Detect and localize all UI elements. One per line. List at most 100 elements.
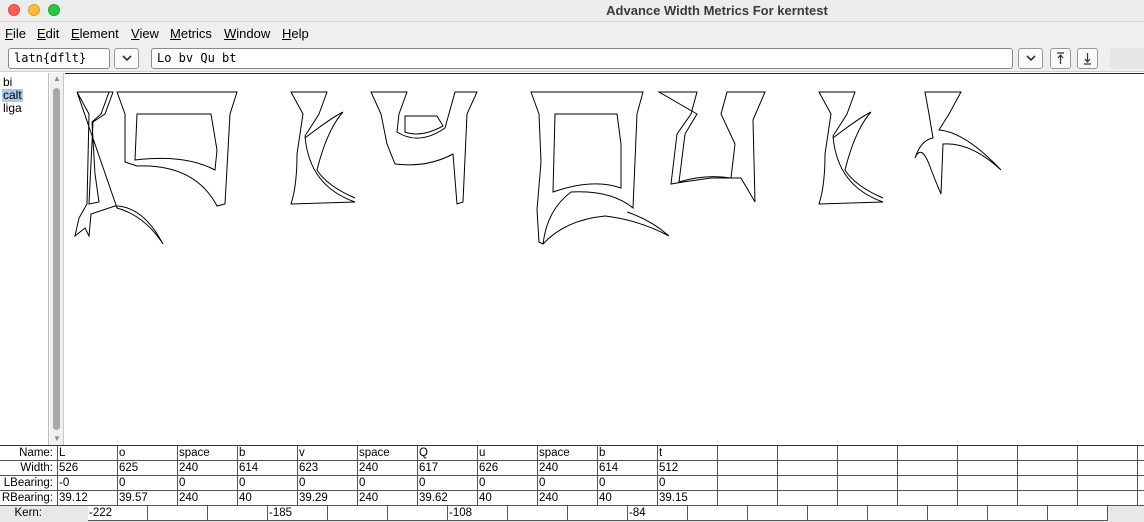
kern-cell-empty [1048,506,1108,521]
rbearing-cell[interactable]: 39.29 [298,491,358,506]
kern-cell[interactable]: -222 [88,506,148,521]
empty-cell [838,461,898,476]
glyph-canvas[interactable] [65,73,1144,445]
empty-cell [1018,491,1078,506]
script-lang-dropdown-button[interactable] [114,48,139,69]
lbearing-cell[interactable]: 0 [478,476,538,491]
rbearing-cell[interactable]: 240 [538,491,598,506]
menu-help[interactable]: Help [282,26,309,41]
scrollbar-thumb[interactable] [53,88,60,430]
kern-cell[interactable] [388,506,448,521]
width-cell[interactable]: 240 [538,461,598,476]
lbearing-cell[interactable]: 0 [538,476,598,491]
text-input-field[interactable]: Lo bv Qu bt [151,48,1013,69]
name-cell[interactable]: t [658,446,718,461]
menu-window[interactable]: Window [224,26,270,41]
rbearing-cell[interactable]: 40 [598,491,658,506]
kern-cell-empty [808,506,868,521]
kern-cell[interactable] [568,506,628,521]
empty-cell [778,491,838,506]
width-cell[interactable]: 526 [58,461,118,476]
lbearing-cell[interactable]: -0 [58,476,118,491]
kern-cell[interactable] [328,506,388,521]
lbearing-cell[interactable]: 0 [298,476,358,491]
width-cell[interactable]: 240 [178,461,238,476]
glyph-b [290,91,356,205]
glyph-L [74,91,164,245]
name-cell[interactable]: b [238,446,298,461]
name-cell[interactable]: u [478,446,538,461]
name-cell[interactable]: b [598,446,658,461]
rbearing-cell[interactable]: 240 [178,491,238,506]
name-cell[interactable]: o [118,446,178,461]
kern-cell[interactable] [208,506,268,521]
empty-cell [1078,476,1138,491]
name-cell[interactable]: Q [418,446,478,461]
lbearing-cell[interactable]: 0 [238,476,298,491]
menu-view[interactable]: View [131,26,159,41]
script-lang-field[interactable]: latn{dflt} [8,48,110,69]
width-cell[interactable]: 626 [478,461,538,476]
lbearing-row-label: LBearing: [0,476,58,491]
rbearing-row-label: RBearing: [0,491,58,506]
empty-cell [958,461,1018,476]
kern-cell-empty [988,506,1048,521]
name-cell[interactable]: space [178,446,238,461]
feature-item-liga[interactable]: liga [2,102,23,115]
kern-cell[interactable]: -84 [628,506,688,521]
width-cell[interactable]: 240 [358,461,418,476]
name-cell[interactable]: v [298,446,358,461]
kern-row-label: Kern: [14,507,43,519]
chevron-down-icon [1025,55,1036,62]
feature-list: bi calt liga [0,73,49,445]
lbearing-cell[interactable]: 0 [658,476,718,491]
scroll-down-icon[interactable]: ▼ [52,434,62,443]
width-cell[interactable]: 512 [658,461,718,476]
width-cell[interactable]: 614 [238,461,298,476]
rbearing-cell[interactable]: 39.15 [658,491,718,506]
name-cell[interactable]: space [538,446,598,461]
empty-cell [778,461,838,476]
empty-cell [718,491,778,506]
rbearing-cell[interactable]: 39.62 [418,491,478,506]
toolbar-overflow [1110,48,1144,69]
kern-cell[interactable]: -185 [268,506,328,521]
glyph-v [370,91,478,205]
chevron-down-icon [121,55,132,62]
rbearing-cell[interactable]: 240 [358,491,418,506]
empty-cell [778,446,838,461]
vertical-metrics-down-button[interactable] [1077,48,1098,69]
kern-cell[interactable] [508,506,568,521]
name-cell[interactable]: L [58,446,118,461]
width-cell[interactable]: 617 [418,461,478,476]
text-dropdown-button[interactable] [1018,48,1043,69]
vertical-metrics-up-button[interactable] [1050,48,1071,69]
kern-cell[interactable] [148,506,208,521]
rbearing-cell[interactable]: 40 [478,491,538,506]
menu-file[interactable]: File [5,26,26,41]
lbearing-cell[interactable]: 0 [598,476,658,491]
menu-edit[interactable]: Edit [37,26,59,41]
glyph-t [914,91,1002,195]
kern-cell-empty [868,506,928,521]
scroll-up-icon[interactable]: ▲ [52,74,62,83]
width-cell[interactable]: 614 [598,461,658,476]
lbearing-cell[interactable]: 0 [118,476,178,491]
kern-cell[interactable]: -108 [448,506,508,521]
lbearing-cell[interactable]: 0 [418,476,478,491]
lbearing-row: LBearing: -0 0 0 0 0 0 0 0 0 0 0 [0,476,1144,491]
width-cell[interactable]: 625 [118,461,178,476]
lbearing-cell[interactable]: 0 [178,476,238,491]
empty-cell [958,491,1018,506]
empty-cell [958,446,1018,461]
rbearing-cell[interactable]: 39.57 [118,491,178,506]
name-cell[interactable]: space [358,446,418,461]
lbearing-cell[interactable]: 0 [358,476,418,491]
menu-metrics[interactable]: Metrics [170,26,212,41]
rbearing-cell[interactable]: 40 [238,491,298,506]
width-cell[interactable]: 623 [298,461,358,476]
menu-element[interactable]: Element [71,26,119,41]
rbearing-cell[interactable]: 39.12 [58,491,118,506]
glyph-Q [530,91,670,245]
vertical-scrollbar[interactable]: ▲ ▼ [50,73,64,445]
